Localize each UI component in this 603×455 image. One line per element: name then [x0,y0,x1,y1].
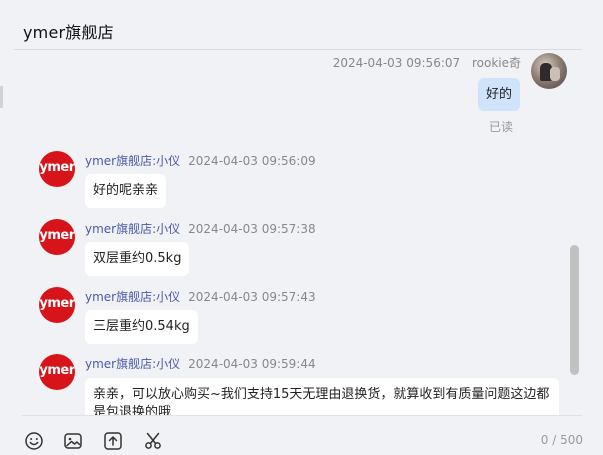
self-message-time: 2024-04-03 09:56:07 [332,56,461,70]
upload-icon[interactable] [103,431,123,451]
avatar-brand: ymer [39,228,75,243]
avatar[interactable]: ymer [39,219,75,255]
message-bubble[interactable]: 亲亲，可以放心购买~我们支持15天无理由退换货，就算收到有质量问题这边都是包退换… [85,378,559,415]
message-list[interactable]: 2024-04-03 09:56:07 rookie奇 好的 已读 ymer y… [0,50,603,415]
page-title: ymer旗舰店 [23,23,114,42]
image-icon[interactable] [63,431,83,451]
read-status: 已读 [489,120,514,134]
scrollbar[interactable] [570,245,579,375]
message-meta: ymer旗舰店:小仪 2024-04-03 09:59:44 [85,355,316,372]
avatar[interactable]: ymer [39,151,75,187]
sender-name: ymer旗舰店:小仪 [85,290,181,304]
sender-name: ymer旗舰店:小仪 [85,357,181,371]
emoji-icon[interactable] [24,431,44,451]
self-message-bubble[interactable]: 好的 [478,78,521,111]
message-time: 2024-04-03 09:57:43 [188,290,316,304]
message-bubble[interactable]: 双层重约0.5kg [85,242,190,276]
input-toolbar: 0 / 500 [0,416,603,455]
scissors-icon[interactable] [143,431,163,451]
avatar[interactable]: ymer [39,354,75,390]
chat-header: ymer旗舰店 [0,0,603,50]
message-meta: ymer旗舰店:小仪 2024-04-03 09:56:09 [85,152,316,169]
self-message-meta: 2024-04-03 09:56:07 rookie奇 [333,54,521,71]
message-time: 2024-04-03 09:56:09 [188,154,316,168]
char-counter: 0 / 500 [540,433,583,447]
avatar-brand: ymer [39,296,75,311]
message-time: 2024-04-03 09:57:38 [188,222,316,236]
message-time: 2024-04-03 09:59:44 [188,357,316,371]
message-meta: ymer旗舰店:小仪 2024-04-03 09:57:43 [85,288,316,305]
sender-name: ymer旗舰店:小仪 [85,154,181,168]
avatar[interactable]: ymer [39,287,75,323]
avatar-brand: ymer [39,160,75,175]
message-bubble[interactable]: 好的呢亲亲 [85,174,167,208]
self-avatar[interactable] [531,53,567,89]
message-meta: ymer旗舰店:小仪 2024-04-03 09:57:38 [85,220,316,237]
message-bubble[interactable]: 三层重约0.54kg [85,310,198,344]
self-sender-name: rookie奇 [471,56,521,70]
avatar-brand: ymer [39,363,75,378]
sender-name: ymer旗舰店:小仪 [85,222,181,236]
